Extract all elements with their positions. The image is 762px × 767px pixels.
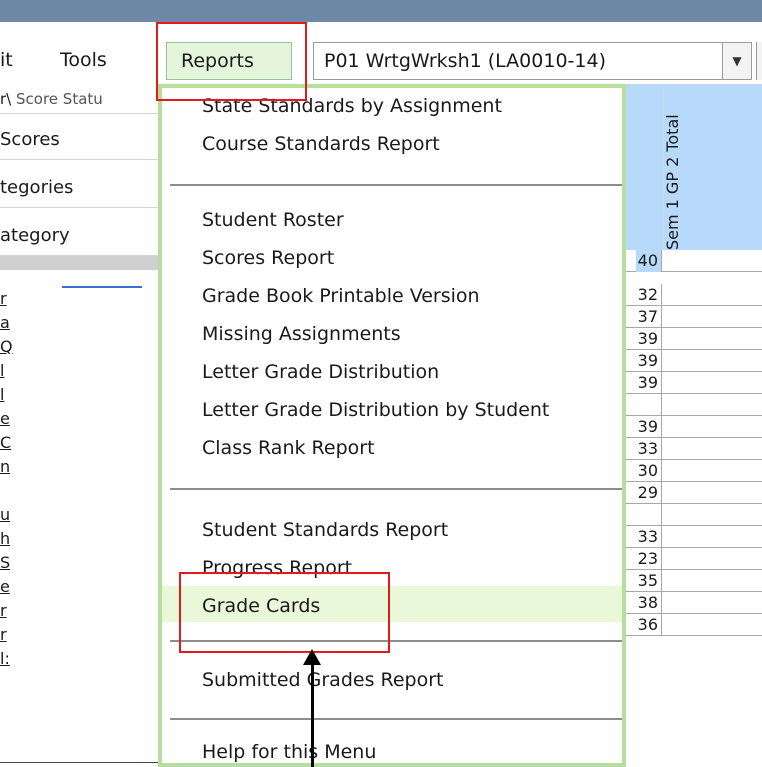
list-item[interactable]: C (0, 432, 24, 454)
reports-dropdown-menu: State Standards by Assignment Course Sta… (158, 84, 626, 767)
title-bar (0, 0, 762, 22)
table-row[interactable]: 32 (626, 284, 762, 306)
toolbar-edge (756, 42, 762, 80)
menu-item-submitted-grades-report[interactable]: Submitted Grades Report (202, 666, 444, 694)
column-header-sem-1-gp-2-total[interactable]: Sem 1 GP 2 Total (626, 84, 762, 250)
menu-edit[interactable]: it (0, 47, 13, 73)
table-row[interactable]: 39 (626, 372, 762, 394)
menu-separator (170, 184, 622, 186)
menu-item-grade-book-printable-version[interactable]: Grade Book Printable Version (202, 282, 480, 310)
score-grid: Sem 1 GP 2 Total 40 32 37 39 39 39 39 33… (626, 84, 762, 767)
table-row[interactable]: 38 (626, 592, 762, 614)
list-item[interactable]: r (0, 288, 24, 310)
table-row[interactable] (626, 504, 762, 526)
list-item[interactable]: r (0, 624, 24, 646)
left-tab-prefix: r\ (0, 90, 12, 108)
score-cell[interactable] (636, 504, 662, 526)
left-row-categories[interactable]: tegories (0, 168, 158, 208)
list-item[interactable]: l: (0, 648, 24, 670)
table-row[interactable]: 33 (626, 438, 762, 460)
score-cell[interactable]: 39 (636, 350, 662, 372)
table-row[interactable]: 35 (626, 570, 762, 592)
table-row[interactable]: 29 (626, 482, 762, 504)
list-item[interactable]: n (0, 456, 24, 478)
score-cell[interactable]: 39 (636, 416, 662, 438)
table-row[interactable]: 33 (626, 526, 762, 548)
menu-separator (170, 488, 622, 490)
menu-item-letter-grade-distribution-by-student[interactable]: Letter Grade Distribution by Student (202, 396, 549, 424)
table-row[interactable]: 30 (626, 460, 762, 482)
menu-item-help-for-this-menu[interactable]: Help for this Menu (202, 738, 376, 766)
score-cell[interactable]: 33 (636, 438, 662, 460)
table-row[interactable]: 39 (626, 350, 762, 372)
left-row-scores[interactable]: Scores (0, 120, 158, 160)
menu-item-scores-report[interactable]: Scores Report (202, 244, 334, 272)
list-item[interactable]: l (0, 384, 24, 406)
list-item[interactable] (0, 480, 24, 502)
left-tab-score-status[interactable]: Score Statu (16, 90, 103, 108)
score-cell[interactable]: 23 (636, 548, 662, 570)
menu-item-class-rank-report[interactable]: Class Rank Report (202, 434, 375, 462)
table-row[interactable]: 36 (626, 614, 762, 636)
score-cell[interactable]: 38 (636, 592, 662, 614)
reports-highlight-box (156, 22, 307, 101)
left-divider (0, 256, 158, 270)
table-row[interactable]: 39 (626, 328, 762, 350)
table-row[interactable] (626, 394, 762, 416)
pointer-arrow-line (311, 661, 314, 767)
table-row[interactable]: 37 (626, 306, 762, 328)
left-panel-bottom-line (0, 762, 158, 763)
score-cell[interactable]: 33 (636, 526, 662, 548)
menu-item-letter-grade-distribution[interactable]: Letter Grade Distribution (202, 358, 439, 386)
score-cell[interactable]: 40 (636, 250, 662, 272)
score-cell[interactable]: 30 (636, 460, 662, 482)
table-row[interactable]: 40 (626, 250, 762, 272)
score-cell[interactable]: 32 (636, 284, 662, 306)
chevron-down-icon[interactable]: ▼ (722, 42, 752, 80)
menu-item-student-standards-report[interactable]: Student Standards Report (202, 516, 448, 544)
left-panel: r\ Score Statu Scores tegories ategory (0, 84, 158, 256)
score-cell[interactable]: 29 (636, 482, 662, 504)
table-row[interactable]: 23 (626, 548, 762, 570)
score-cell[interactable]: 35 (636, 570, 662, 592)
list-item[interactable]: e (0, 408, 24, 430)
list-item[interactable]: Q (0, 336, 24, 358)
menu-item-course-standards-report[interactable]: Course Standards Report (202, 130, 440, 158)
score-cell[interactable]: 37 (636, 306, 662, 328)
left-tab-strip[interactable]: r\ Score Statu (0, 84, 158, 114)
menu-item-student-roster[interactable]: Student Roster (202, 206, 344, 234)
list-item[interactable]: e (0, 576, 24, 598)
score-cell[interactable]: 36 (636, 614, 662, 636)
list-item[interactable]: a (0, 312, 24, 334)
menu-tools[interactable]: Tools (60, 47, 107, 73)
column-header-label: Sem 1 GP 2 Total (663, 114, 682, 250)
list-item[interactable]: S (0, 552, 24, 574)
list-item[interactable]: u (0, 504, 24, 526)
left-row-category[interactable]: ategory (0, 216, 158, 256)
list-link[interactable] (62, 276, 142, 288)
score-cell[interactable]: 39 (636, 328, 662, 350)
list-item[interactable]: r (0, 600, 24, 622)
list-item[interactable]: l (0, 360, 24, 382)
list-item[interactable]: h (0, 528, 24, 550)
menu-separator (170, 718, 622, 720)
score-cell[interactable]: 39 (636, 372, 662, 394)
score-cell[interactable] (636, 394, 662, 416)
student-list: r a Q l l e C n u h S e r r l: (0, 274, 158, 767)
grade-cards-highlight-box (179, 572, 390, 653)
table-row[interactable]: 39 (626, 416, 762, 438)
class-selector[interactable]: P01 WrtgWrksh1 (LA0010-14) (313, 42, 743, 80)
menu-item-missing-assignments[interactable]: Missing Assignments (202, 320, 401, 348)
